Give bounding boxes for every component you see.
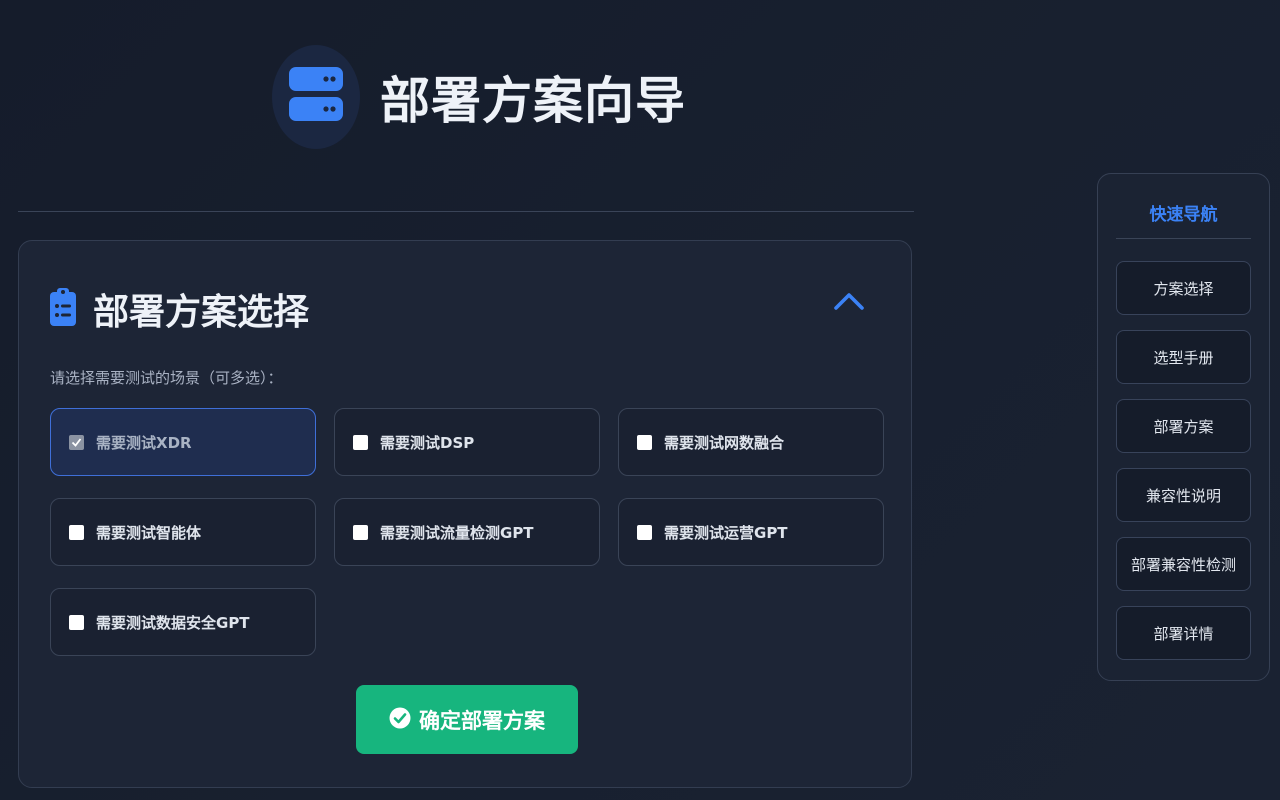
- checkbox-network-data-fusion[interactable]: [637, 434, 652, 450]
- option-network-data-fusion[interactable]: 需要测试网数融合: [618, 408, 884, 476]
- checkbox-traffic-gpt[interactable]: [353, 524, 368, 540]
- option-xdr[interactable]: 需要测试XDR: [50, 408, 316, 476]
- option-label: 需要测试运营GPT: [664, 523, 788, 542]
- option-label: 需要测试网数融合: [664, 433, 785, 452]
- option-label: 需要测试智能体: [96, 523, 202, 542]
- option-label: 需要测试数据安全GPT: [96, 613, 250, 632]
- clipboard-list-icon: [49, 287, 77, 331]
- checkbox-data-security-gpt[interactable]: [69, 614, 84, 630]
- nav-item-compatibility-check[interactable]: 部署兼容性检测: [1116, 537, 1251, 591]
- collapse-button[interactable]: [827, 285, 871, 321]
- check-circle-icon: [389, 707, 411, 733]
- quick-nav: 快速导航 方案选择 选型手册 部署方案 兼容性说明 部署兼容性检测 部署详情: [1097, 173, 1270, 681]
- checkbox-agent[interactable]: [69, 524, 84, 540]
- checkbox-xdr[interactable]: [69, 434, 84, 450]
- chevron-up-icon: [833, 291, 865, 315]
- option-label: 需要测试DSP: [380, 433, 475, 452]
- option-label: 需要测试流量检测GPT: [380, 523, 534, 542]
- confirm-plan-button[interactable]: 确定部署方案: [356, 685, 578, 754]
- checkbox-dsp[interactable]: [353, 434, 368, 450]
- nav-item-compatibility-notes[interactable]: 兼容性说明: [1116, 468, 1251, 522]
- page-title: 部署方案向导: [380, 72, 686, 130]
- option-ops-gpt[interactable]: 需要测试运营GPT: [618, 498, 884, 566]
- quick-nav-divider: [1116, 238, 1251, 239]
- plan-selection-panel: 部署方案选择 请选择需要测试的场景（可多选）： 需要测试XDR 需要测试DSP …: [18, 240, 912, 788]
- selection-prompt: 请选择需要测试的场景（可多选）：: [50, 369, 283, 387]
- quick-nav-title: 快速导航: [1149, 205, 1218, 225]
- option-agent[interactable]: 需要测试智能体: [50, 498, 316, 566]
- option-data-security-gpt[interactable]: 需要测试数据安全GPT: [50, 588, 316, 656]
- server-icon: [289, 67, 343, 127]
- logo-badge: [272, 45, 360, 149]
- nav-item-plan-selection[interactable]: 方案选择: [1116, 261, 1251, 315]
- nav-item-selection-manual[interactable]: 选型手册: [1116, 330, 1251, 384]
- nav-item-deployment-plan[interactable]: 部署方案: [1116, 399, 1251, 453]
- header-divider: [18, 211, 914, 212]
- nav-item-deployment-details[interactable]: 部署详情: [1116, 606, 1251, 660]
- option-dsp[interactable]: 需要测试DSP: [334, 408, 600, 476]
- panel-header: 部署方案选择: [49, 283, 309, 335]
- panel-title: 部署方案选择: [93, 292, 310, 333]
- option-label: 需要测试XDR: [96, 433, 192, 452]
- option-traffic-gpt[interactable]: 需要测试流量检测GPT: [334, 498, 600, 566]
- checkbox-ops-gpt[interactable]: [637, 524, 652, 540]
- page-header: 部署方案向导: [272, 44, 686, 150]
- confirm-label: 确定部署方案: [419, 708, 545, 733]
